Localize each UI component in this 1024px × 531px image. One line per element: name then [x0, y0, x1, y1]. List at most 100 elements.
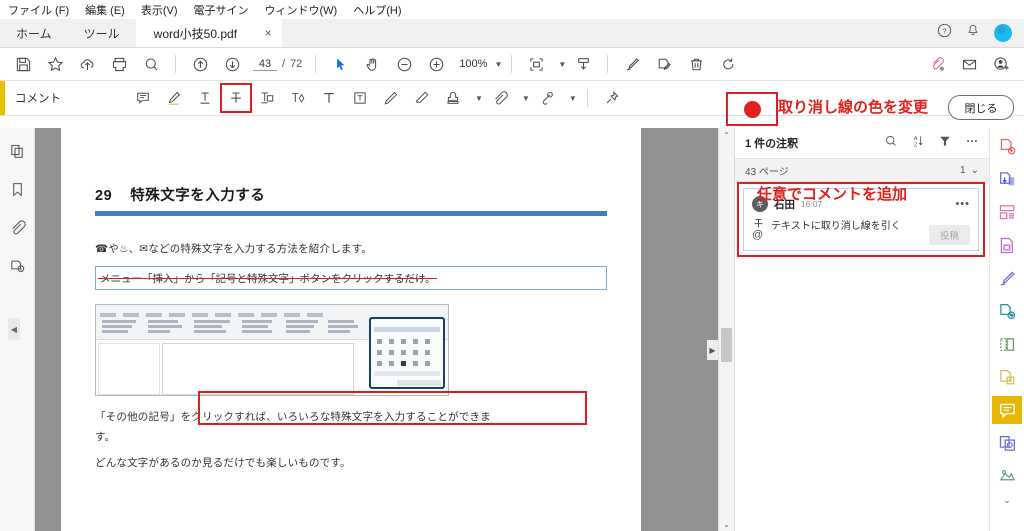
redact-icon[interactable] — [992, 330, 1022, 358]
user-avatar[interactable] — [994, 24, 1012, 42]
send-for-signature-icon[interactable] — [992, 297, 1022, 325]
more-tools-icon[interactable] — [992, 462, 1022, 490]
chevron-down-icon[interactable]: ⌄ — [971, 165, 979, 176]
comment-more-options-icon[interactable]: ••• — [955, 198, 970, 210]
page-up-icon[interactable] — [185, 51, 215, 77]
create-pdf-icon[interactable] — [992, 132, 1022, 160]
close-comment-toolbar-button[interactable]: 閉じる — [948, 95, 1014, 120]
chevron-down-icon[interactable]: ▼ — [494, 60, 502, 69]
more-options-icon[interactable] — [965, 134, 979, 153]
draw-icon[interactable] — [377, 85, 405, 111]
pin-icon[interactable] — [598, 85, 626, 111]
post-comment-button[interactable]: 投稿 — [928, 225, 970, 245]
search-icon[interactable] — [884, 134, 898, 153]
select-tool-icon[interactable] — [325, 51, 355, 77]
sticky-note-icon[interactable] — [129, 85, 157, 111]
tab-home[interactable]: ホーム — [0, 19, 68, 47]
save-icon[interactable] — [8, 51, 38, 77]
comment-panel-header: 1 件の注釈 AZ — [735, 128, 989, 158]
fit-page-icon[interactable] — [521, 51, 551, 77]
document-scrollbar[interactable]: ⌃ ⌄ — [718, 128, 734, 531]
attach-chevron-icon[interactable]: ▼ — [522, 94, 530, 103]
annotation-change-color: 取り消し線の色を変更 — [778, 99, 929, 116]
filter-icon[interactable] — [938, 134, 952, 153]
menu-item-help[interactable]: ヘルプ(H) — [353, 2, 401, 18]
page-down-icon[interactable] — [217, 51, 247, 77]
mention-icon[interactable]: @ — [752, 229, 763, 241]
export-pdf-icon[interactable] — [992, 165, 1022, 193]
strikethrough-color-swatch[interactable] — [743, 100, 761, 118]
tab-document[interactable]: word小技50.pdf × — [135, 19, 282, 47]
expand-comment-panel-button[interactable]: ▶ — [707, 340, 718, 360]
strikethrough-annotation-box[interactable]: メニュー「挿入」から「記号と特殊文字」ボタンをクリックするだけ。 — [95, 265, 607, 290]
document-viewer[interactable]: 29 特殊文字を入力する ☎や♨、✉などの特殊文字を入力する方法を紹介します。 … — [35, 128, 734, 531]
share-link-icon[interactable] — [922, 51, 952, 77]
protect-icon[interactable] — [992, 363, 1022, 391]
cloud-upload-icon[interactable] — [72, 51, 102, 77]
left-navigation-rail: ◀ — [0, 128, 35, 531]
download-page-icon[interactable] — [568, 51, 598, 77]
add-text-icon[interactable] — [315, 85, 343, 111]
eraser-icon[interactable] — [408, 85, 436, 111]
menu-item-file[interactable]: ファイル (F) — [8, 2, 69, 18]
toolbar-divider-2 — [315, 55, 317, 73]
strikethrough-icon[interactable] — [220, 83, 252, 113]
bookmark-icon[interactable] — [5, 178, 29, 200]
hand-tool-icon[interactable] — [357, 51, 387, 77]
help-icon[interactable]: ? — [937, 23, 952, 43]
comment-panel-actions: AZ — [884, 134, 979, 153]
delete-icon[interactable] — [681, 51, 711, 77]
fit-page-chevron-icon[interactable]: ▼ — [558, 60, 566, 69]
print-icon[interactable] — [104, 51, 134, 77]
search-icon[interactable] — [136, 51, 166, 77]
struck-paragraph: メニュー「挿入」から「記号と特殊文字」ボタンをクリックするだけ。 — [97, 272, 438, 285]
underline-icon[interactable] — [191, 85, 219, 111]
zoom-out-icon[interactable] — [389, 51, 419, 77]
highlighter-icon[interactable] — [160, 85, 188, 111]
text-box-icon[interactable] — [346, 85, 374, 111]
menu-item-view[interactable]: 表示(V) — [141, 2, 178, 18]
more-tools-chevron-icon[interactable]: ⌄ — [1003, 495, 1011, 506]
sign-icon[interactable] — [617, 51, 647, 77]
scrollbar-thumb[interactable] — [721, 328, 732, 362]
replace-text-icon[interactable] — [253, 85, 281, 111]
attach-audio-chevron-icon[interactable]: ▼ — [569, 94, 577, 103]
tab-tools[interactable]: ツール — [68, 19, 136, 47]
stamp-chevron-icon[interactable]: ▼ — [475, 94, 483, 103]
close-icon[interactable]: × — [265, 26, 272, 40]
page-navigator: 43 / 72 — [253, 58, 302, 71]
word-document-canvas — [162, 342, 354, 395]
page-title: 29 特殊文字を入力する — [95, 184, 607, 205]
add-person-icon[interactable] — [986, 51, 1016, 77]
signature-info-icon[interactable] — [5, 254, 29, 276]
compress-file-icon[interactable] — [992, 231, 1022, 259]
zoom-level[interactable]: 100% — [459, 58, 487, 70]
compare-files-icon[interactable] — [992, 429, 1022, 457]
menu-item-esign[interactable]: 電子サイン — [194, 2, 249, 18]
menu-item-edit[interactable]: 編集 (E) — [85, 2, 125, 18]
comment-icon[interactable] — [992, 396, 1022, 424]
word-ribbon-group-1 — [102, 319, 136, 333]
page-number-input[interactable]: 43 — [253, 58, 277, 71]
attach-audio-icon[interactable] — [533, 85, 561, 111]
scroll-down-icon[interactable]: ⌄ — [719, 517, 734, 531]
menu-item-window[interactable]: ウィンドウ(W) — [265, 2, 338, 18]
attachment-icon[interactable] — [5, 216, 29, 238]
email-icon[interactable] — [954, 51, 984, 77]
word-ribbon-group-2 — [148, 319, 182, 333]
zoom-in-icon[interactable] — [421, 51, 451, 77]
organize-pages-icon[interactable] — [992, 198, 1022, 226]
attach-icon[interactable] — [486, 85, 514, 111]
collapse-left-panel-button[interactable]: ◀ — [8, 318, 20, 340]
page-thumbnails-icon[interactable] — [5, 140, 29, 162]
stamp-icon[interactable] — [439, 85, 467, 111]
edit-sign-icon[interactable] — [649, 51, 679, 77]
scroll-up-icon[interactable]: ⌃ — [719, 128, 734, 142]
sort-icon[interactable]: AZ — [911, 134, 925, 153]
star-icon[interactable] — [40, 51, 70, 77]
rotate-icon[interactable] — [713, 51, 743, 77]
comment-panel: 1 件の注釈 AZ 43 ページ 1 ⌄ キ 石田 16:07 ••• テキスト… — [734, 128, 989, 531]
fill-and-sign-icon[interactable] — [992, 264, 1022, 292]
insert-text-icon[interactable] — [284, 85, 312, 111]
bell-icon[interactable] — [966, 23, 980, 43]
